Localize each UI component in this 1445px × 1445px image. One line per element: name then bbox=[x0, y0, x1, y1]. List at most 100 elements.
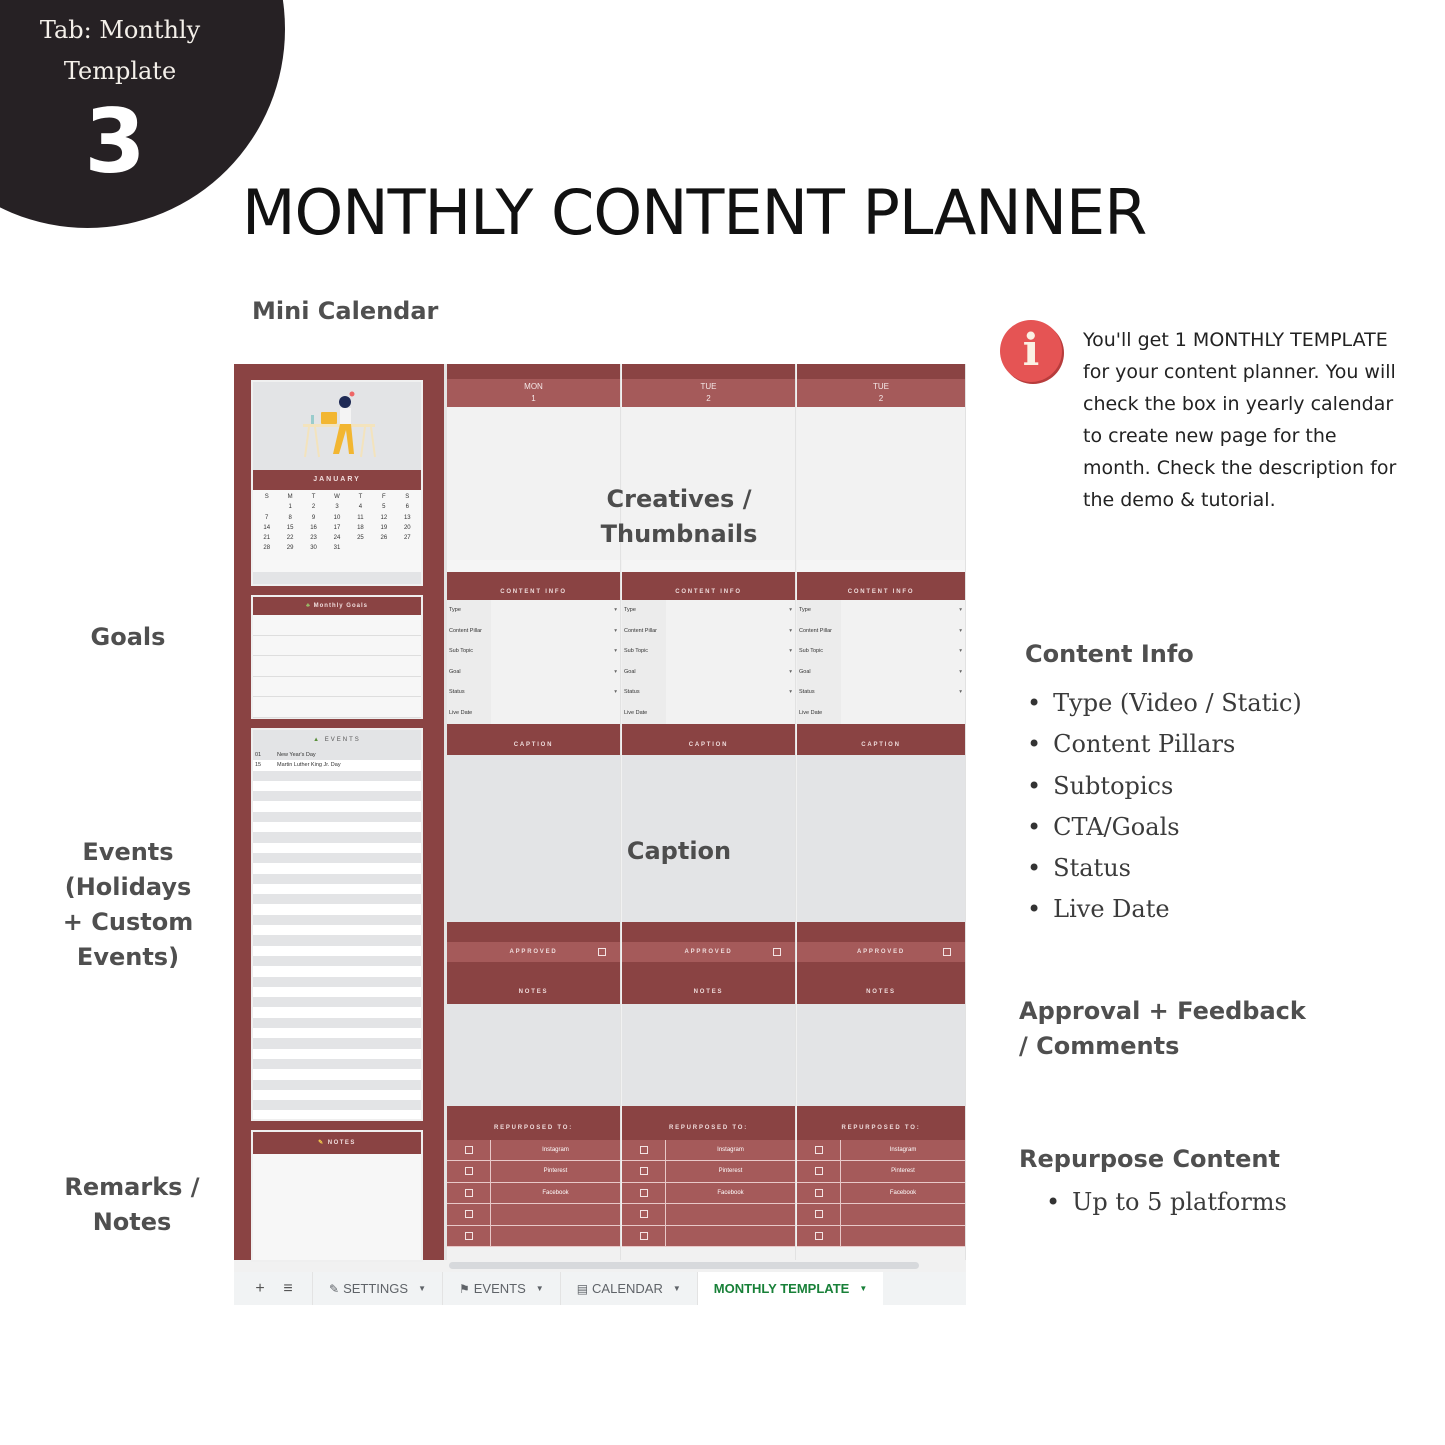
caption-area[interactable] bbox=[797, 754, 965, 922]
dropdown-arrow-icon[interactable]: ▾ bbox=[614, 607, 617, 613]
event-row[interactable] bbox=[253, 884, 421, 894]
event-row[interactable] bbox=[253, 832, 421, 843]
calendar-day[interactable]: 7 bbox=[255, 513, 278, 523]
event-row[interactable] bbox=[253, 1100, 421, 1111]
platform-name[interactable]: Pinterest bbox=[666, 1161, 795, 1182]
event-row[interactable] bbox=[253, 852, 421, 864]
calendar-day[interactable]: 26 bbox=[372, 533, 395, 543]
calendar-day[interactable]: 13 bbox=[396, 513, 419, 523]
calendar-day[interactable]: 14 bbox=[255, 523, 278, 533]
dropdown-arrow-icon[interactable]: ▾ bbox=[789, 628, 792, 634]
repurpose-checkbox[interactable] bbox=[815, 1167, 823, 1176]
platform-name[interactable] bbox=[841, 1204, 965, 1225]
field-dropdown[interactable]: ▾ bbox=[841, 620, 965, 642]
repurpose-checkbox[interactable] bbox=[815, 1231, 823, 1240]
platform-name[interactable]: Facebook bbox=[666, 1183, 795, 1204]
approved-checkbox[interactable] bbox=[598, 947, 606, 956]
repurpose-checkbox[interactable] bbox=[640, 1231, 648, 1240]
event-row[interactable] bbox=[253, 801, 421, 811]
calendar-day[interactable]: 10 bbox=[325, 513, 348, 523]
event-row[interactable] bbox=[253, 843, 421, 853]
field-dropdown[interactable]: ▾ bbox=[491, 620, 620, 642]
goal-row[interactable] bbox=[253, 697, 421, 718]
add-sheet-button[interactable]: + bbox=[246, 1280, 274, 1298]
platform-name[interactable] bbox=[666, 1226, 795, 1247]
platform-name[interactable] bbox=[666, 1204, 795, 1225]
event-row[interactable] bbox=[253, 987, 421, 997]
field-dropdown[interactable]: ▾ bbox=[491, 682, 620, 703]
tab-calendar[interactable]: ▤ CALENDAR ▼ bbox=[559, 1272, 697, 1305]
field-dropdown[interactable]: ▾ bbox=[841, 682, 965, 703]
approved-checkbox[interactable] bbox=[943, 947, 951, 956]
repurpose-checkbox[interactable] bbox=[640, 1188, 648, 1197]
tab-monthly-template[interactable]: MONTHLY TEMPLATE ▼ bbox=[696, 1272, 884, 1305]
repurpose-checkbox[interactable] bbox=[465, 1167, 473, 1176]
notes-panel[interactable]: ✎ NOTES bbox=[251, 1130, 423, 1262]
chevron-down-icon[interactable]: ▼ bbox=[418, 1284, 426, 1293]
dropdown-arrow-icon[interactable]: ▾ bbox=[614, 689, 617, 695]
platform-name[interactable] bbox=[491, 1226, 620, 1247]
repurpose-checkbox[interactable] bbox=[465, 1188, 473, 1197]
calendar-day[interactable]: 25 bbox=[349, 533, 372, 543]
dropdown-arrow-icon[interactable]: ▾ bbox=[614, 669, 617, 675]
platform-name[interactable]: Instagram bbox=[841, 1140, 965, 1161]
calendar-day[interactable]: 28 bbox=[255, 543, 278, 553]
calendar-day[interactable]: 29 bbox=[278, 543, 301, 553]
calendar-day[interactable]: 1 bbox=[278, 502, 301, 512]
repurpose-checkbox[interactable] bbox=[465, 1231, 473, 1240]
event-row[interactable] bbox=[253, 1049, 421, 1059]
chevron-down-icon[interactable]: ▼ bbox=[859, 1284, 867, 1293]
event-row[interactable] bbox=[253, 873, 421, 884]
event-row[interactable] bbox=[253, 1090, 421, 1100]
event-row[interactable] bbox=[253, 1058, 421, 1070]
calendar-day[interactable]: 5 bbox=[372, 502, 395, 512]
platform-name[interactable] bbox=[841, 1226, 965, 1247]
event-row[interactable] bbox=[253, 976, 421, 987]
calendar-day[interactable]: 11 bbox=[349, 513, 372, 523]
calendar-day[interactable]: 12 bbox=[372, 513, 395, 523]
tab-settings[interactable]: ✎ SETTINGS ▼ bbox=[312, 1272, 442, 1305]
calendar-day[interactable]: 15 bbox=[278, 523, 301, 533]
calendar-day[interactable]: 30 bbox=[302, 543, 325, 553]
repurpose-checkbox[interactable] bbox=[640, 1167, 648, 1176]
field-dropdown[interactable]: ▾ bbox=[491, 600, 620, 621]
goal-row[interactable] bbox=[253, 635, 421, 656]
calendar-day[interactable]: 8 bbox=[278, 513, 301, 523]
calendar-day[interactable]: 6 bbox=[396, 502, 419, 512]
approved-checkbox[interactable] bbox=[773, 947, 781, 956]
event-row[interactable] bbox=[253, 1079, 421, 1090]
dropdown-arrow-icon[interactable]: ▾ bbox=[789, 648, 792, 654]
field-dropdown[interactable]: ▾ bbox=[841, 641, 965, 662]
repurpose-checkbox[interactable] bbox=[465, 1210, 473, 1219]
calendar-day[interactable]: 16 bbox=[302, 523, 325, 533]
field-dropdown[interactable]: ▾ bbox=[841, 600, 965, 621]
dropdown-arrow-icon[interactable]: ▾ bbox=[614, 628, 617, 634]
field-dropdown[interactable]: ▾ bbox=[491, 661, 620, 683]
platform-name[interactable]: Instagram bbox=[491, 1140, 620, 1161]
event-row[interactable] bbox=[253, 1007, 421, 1017]
tab-events[interactable]: ⚑ EVENTS ▼ bbox=[442, 1272, 560, 1305]
field-dropdown[interactable]: ▾ bbox=[666, 641, 795, 662]
calendar-day[interactable]: 24 bbox=[325, 533, 348, 543]
event-row[interactable] bbox=[253, 946, 421, 956]
platform-name[interactable]: Pinterest bbox=[841, 1161, 965, 1182]
calendar-day[interactable]: 21 bbox=[255, 533, 278, 543]
field-dropdown[interactable]: ▾ bbox=[491, 641, 620, 662]
calendar-day[interactable]: 19 bbox=[372, 523, 395, 533]
dropdown-arrow-icon[interactable]: ▾ bbox=[959, 648, 962, 654]
dropdown-arrow-icon[interactable]: ▾ bbox=[959, 607, 962, 613]
calendar-day[interactable]: 20 bbox=[396, 523, 419, 533]
chevron-down-icon[interactable]: ▼ bbox=[536, 1284, 544, 1293]
creatives-area[interactable] bbox=[797, 407, 965, 572]
goal-row[interactable] bbox=[253, 656, 421, 677]
repurpose-checkbox[interactable] bbox=[815, 1210, 823, 1219]
platform-name[interactable]: Pinterest bbox=[491, 1161, 620, 1182]
field-dropdown[interactable] bbox=[666, 702, 795, 724]
event-row[interactable] bbox=[253, 1038, 421, 1049]
event-row[interactable] bbox=[253, 863, 421, 873]
event-row[interactable] bbox=[253, 904, 421, 914]
dropdown-arrow-icon[interactable]: ▾ bbox=[789, 669, 792, 675]
event-row[interactable] bbox=[253, 914, 421, 926]
calendar-day[interactable]: 18 bbox=[349, 523, 372, 533]
field-dropdown[interactable] bbox=[841, 702, 965, 724]
